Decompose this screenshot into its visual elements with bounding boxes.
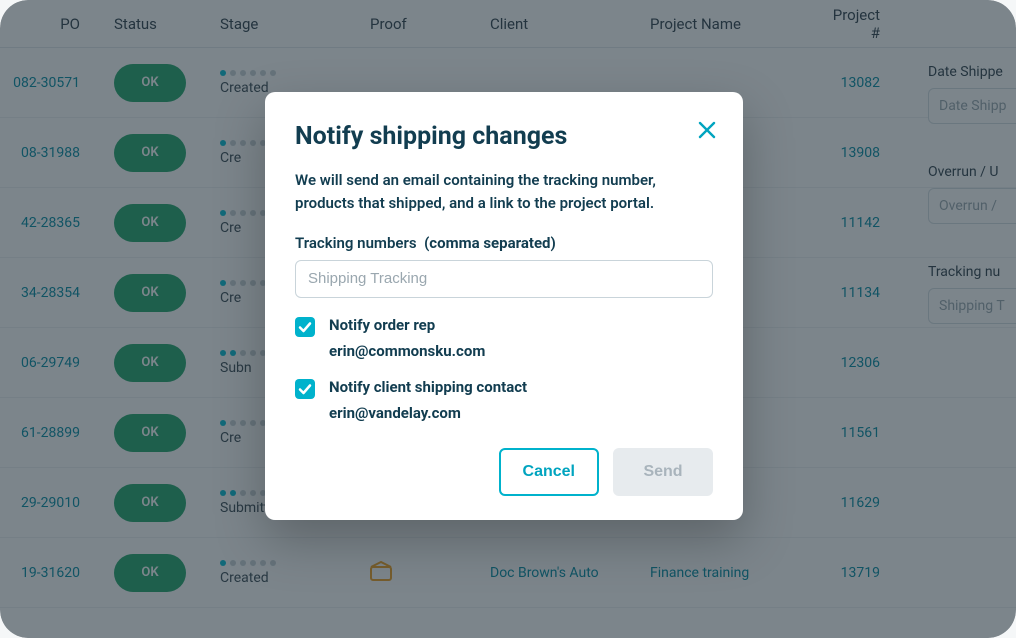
tracking-label: Tracking numbers (comma separated)	[295, 234, 713, 252]
modal-actions: Cancel Send	[295, 448, 713, 496]
notify-client-email: erin@vandelay.com	[329, 404, 527, 422]
tracking-label-text: Tracking numbers	[295, 234, 417, 252]
tracking-input[interactable]	[295, 260, 713, 298]
notify-order-rep-email: erin@commonsku.com	[329, 342, 485, 360]
close-icon[interactable]	[693, 116, 721, 144]
tracking-label-hint: (comma separated)	[424, 234, 556, 252]
notify-client-row: Notify client shipping contact erin@vand…	[295, 378, 713, 422]
send-button[interactable]: Send	[613, 448, 713, 496]
modal-title: Notify shipping changes	[295, 122, 713, 151]
notify-shipping-modal: Notify shipping changes We will send an …	[265, 92, 743, 520]
notify-client-label: Notify client shipping contact	[329, 378, 527, 396]
modal-description: We will send an email containing the tra…	[295, 169, 713, 216]
notify-order-rep-label: Notify order rep	[329, 316, 485, 334]
notify-order-rep-row: Notify order rep erin@commonsku.com	[295, 316, 713, 360]
notify-order-rep-checkbox[interactable]	[295, 317, 315, 337]
cancel-button[interactable]: Cancel	[499, 448, 599, 496]
notify-client-checkbox[interactable]	[295, 379, 315, 399]
